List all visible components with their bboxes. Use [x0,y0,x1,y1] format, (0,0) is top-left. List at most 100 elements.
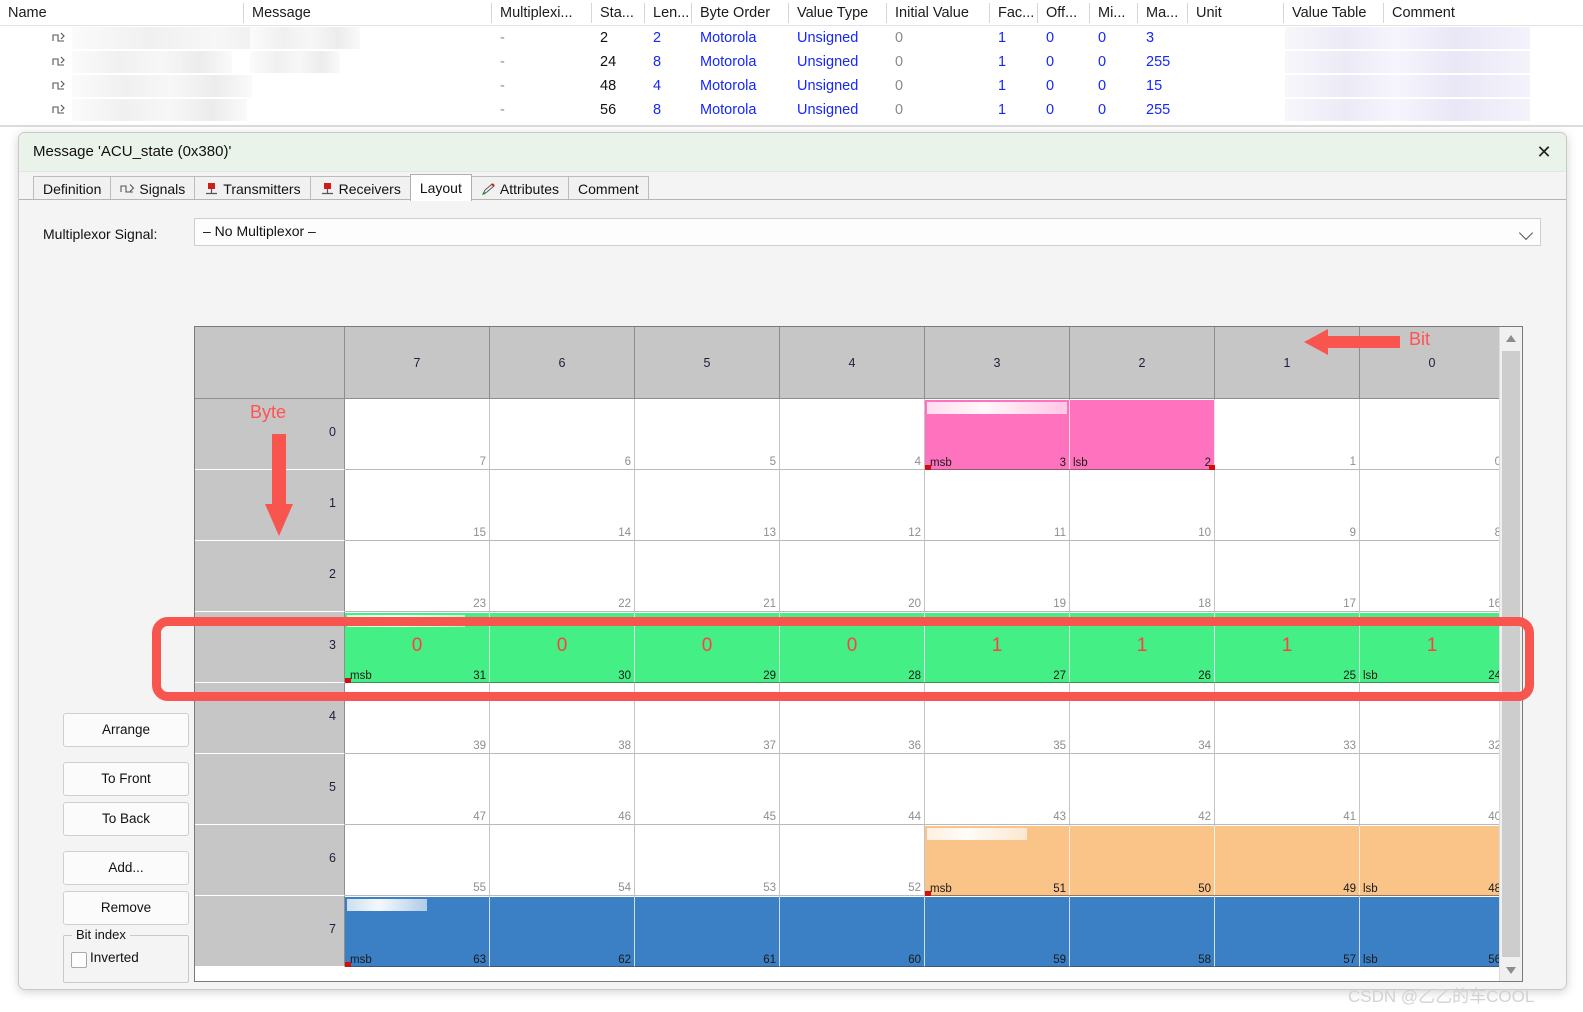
table-row[interactable]: - 48 4 Motorola Unsigned 0 1 0 0 15 [0,74,1583,98]
scroll-thumb[interactable] [1502,351,1520,957]
bit-cell[interactable]: 19 [925,541,1070,612]
column-divider[interactable] [1137,3,1138,23]
byte-row-header-5[interactable]: 5 [195,754,345,825]
bit-cell[interactable]: 35 [925,683,1070,754]
bit-cell[interactable]: 52 [780,825,925,896]
column-divider[interactable] [243,3,244,23]
bit-cell[interactable]: 21 [635,541,780,612]
byte-row-header-2[interactable]: 2 [195,541,345,612]
to-back-button[interactable]: To Back [63,802,189,836]
bit-cell[interactable]: 39 [345,683,490,754]
tab-attributes[interactable]: Attributes [470,176,570,201]
signal-orange[interactable]: 51 50 49 48 msb lsb [925,826,1505,896]
bit-cell[interactable]: 45 [635,754,780,825]
tab-layout[interactable]: Layout [409,174,472,201]
table-row[interactable]: - 24 8 Motorola Unsigned 0 1 0 0 255 [0,50,1583,74]
bit-cell[interactable]: 14 [490,470,635,541]
bit-cell[interactable]: 10 [1070,470,1215,541]
bit-cell[interactable]: 5 [635,399,780,470]
bit-cell[interactable]: 53 [635,825,780,896]
bit-cell[interactable]: 11 [925,470,1070,541]
column-header-value-table[interactable]: Value Table [1292,0,1378,26]
bit-cell[interactable]: 37 [635,683,780,754]
bit-cell[interactable]: 16 [1360,541,1505,612]
bit-cell[interactable]: 42 [1070,754,1215,825]
bit-column-header-7[interactable]: 7 [345,327,490,399]
column-header-len[interactable]: Len... [653,0,691,26]
table-row[interactable]: - 2 2 Motorola Unsigned 0 1 0 0 3 [0,26,1583,50]
column-divider[interactable] [491,3,492,23]
bit-column-header-3[interactable]: 3 [925,327,1070,399]
signal-green-selected[interactable]: 0 31 0 30 0 29 0 28 1 27 1 26 1 25 1 24 msb lsb [345,613,1505,683]
bit-cell[interactable]: 1 [1215,399,1360,470]
bit-cell[interactable]: 13 [635,470,780,541]
column-divider[interactable] [788,3,789,23]
bit-cell[interactable]: 43 [925,754,1070,825]
bit-cell[interactable]: 17 [1215,541,1360,612]
column-header-off[interactable]: Off... [1046,0,1082,26]
bit-cell[interactable]: 22 [490,541,635,612]
remove-button[interactable]: Remove [63,891,189,925]
signal-pink[interactable]: 3 2 msb lsb [925,400,1215,470]
column-header-unit[interactable]: Unit [1196,0,1236,26]
bit-cell[interactable]: 40 [1360,754,1505,825]
column-header-name[interactable]: Name [8,0,238,26]
bit-cell[interactable]: 15 [345,470,490,541]
byte-row-header-4[interactable]: 4 [195,683,345,754]
bit-cell[interactable]: 44 [780,754,925,825]
bit-layout-grid[interactable]: 7654321007654321032msblsb115141312111098… [194,326,1523,982]
arrange-button[interactable]: Arrange [63,713,189,747]
bit-cell[interactable]: 23 [345,541,490,612]
bit-column-header-2[interactable]: 2 [1070,327,1215,399]
byte-row-header-7[interactable]: 7 [195,896,345,967]
bit-cell[interactable]: 7 [345,399,490,470]
table-row[interactable]: - 56 8 Motorola Unsigned 0 1 0 0 255 [0,98,1583,122]
bit-cell[interactable]: 0 [1360,399,1505,470]
bit-cell[interactable]: 54 [490,825,635,896]
multiplexor-signal-select[interactable]: – No Multiplexor – [194,218,1541,246]
scroll-up-arrow-icon[interactable] [1500,327,1522,349]
signal-blue[interactable]: 63 62 61 60 59 58 57 56 msb lsb [345,897,1505,967]
column-header-byte-order[interactable]: Byte Order [700,0,786,26]
column-header-initial-value[interactable]: Initial Value [895,0,985,26]
bit-cell[interactable]: 41 [1215,754,1360,825]
column-divider[interactable] [1383,3,1384,23]
bit-cell[interactable]: 20 [780,541,925,612]
bit-cell[interactable]: 34 [1070,683,1215,754]
tab-receivers[interactable]: Receivers [309,176,411,201]
tab-comment[interactable]: Comment [568,176,649,201]
bit-column-header-4[interactable]: 4 [780,327,925,399]
bit-cell[interactable]: 9 [1215,470,1360,541]
bit-column-header-5[interactable]: 5 [635,327,780,399]
bit-cell[interactable]: 12 [780,470,925,541]
column-divider[interactable] [691,3,692,23]
tab-definition[interactable]: Definition [33,176,112,201]
column-header-value-type[interactable]: Value Type [797,0,879,26]
bit-cell[interactable]: 47 [345,754,490,825]
column-divider[interactable] [591,3,592,23]
bit-cell[interactable]: 4 [780,399,925,470]
bit-cell[interactable]: 6 [490,399,635,470]
scroll-down-arrow-icon[interactable] [1500,959,1522,981]
column-header-multiplexi[interactable]: Multiplexi... [500,0,588,26]
bit-cell[interactable]: 38 [490,683,635,754]
column-header-fac[interactable]: Fac... [998,0,1034,26]
close-icon[interactable]: ✕ [1530,139,1558,165]
add-button[interactable]: Add... [63,851,189,885]
inverted-checkbox[interactable] [71,952,87,968]
column-divider[interactable] [1037,3,1038,23]
column-divider[interactable] [989,3,990,23]
tab-transmitters[interactable]: Transmitters [194,176,311,201]
bit-column-header-6[interactable]: 6 [490,327,635,399]
column-header-sta[interactable]: Sta... [600,0,638,26]
grid-vertical-scrollbar[interactable] [1499,327,1522,981]
column-divider[interactable] [1283,3,1284,23]
byte-row-header-6[interactable]: 6 [195,825,345,896]
to-front-button[interactable]: To Front [63,762,189,796]
column-header-mi[interactable]: Mi... [1098,0,1130,26]
bit-cell[interactable]: 8 [1360,470,1505,541]
bit-cell[interactable]: 32 [1360,683,1505,754]
tab-signals[interactable]: Signals [110,176,196,201]
column-header-message[interactable]: Message [252,0,487,26]
bit-cell[interactable]: 36 [780,683,925,754]
